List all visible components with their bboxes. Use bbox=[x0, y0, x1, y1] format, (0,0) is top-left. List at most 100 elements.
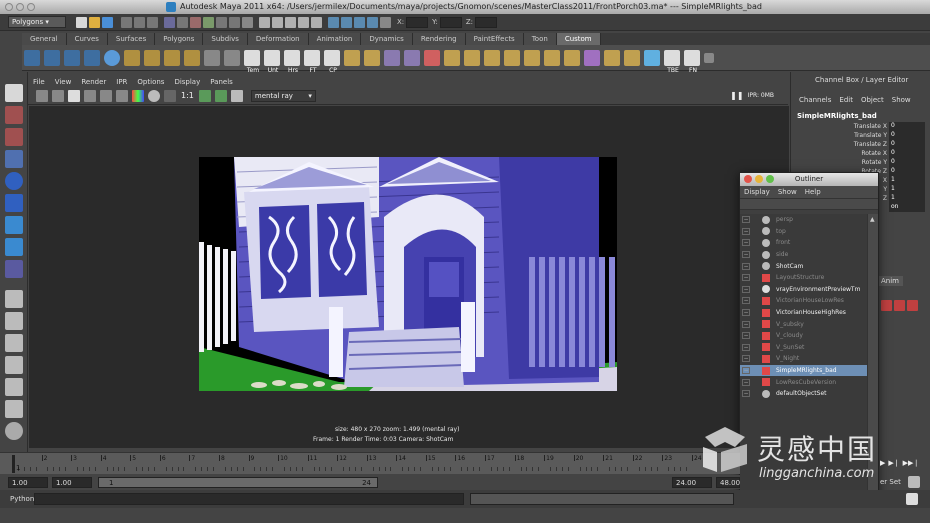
outliner-item[interactable]: − V_SunSet bbox=[740, 342, 868, 354]
rgb-channels-icon[interactable] bbox=[132, 89, 144, 102]
manipulator-icon[interactable] bbox=[5, 216, 23, 234]
outliner-item[interactable]: − SimpleMRlights_bad bbox=[740, 364, 868, 377]
expand-icon[interactable]: − bbox=[742, 390, 750, 398]
animation-start-field[interactable]: 1.00 bbox=[8, 476, 48, 488]
shelf-tool-icon[interactable] bbox=[544, 49, 560, 66]
last-tool-icon[interactable] bbox=[5, 260, 23, 278]
shelf-tool-icon[interactable] bbox=[464, 49, 480, 66]
select-component-icon[interactable] bbox=[147, 16, 158, 28]
template-icon[interactable]: Tem bbox=[244, 49, 260, 74]
paint-select-icon[interactable] bbox=[5, 128, 23, 146]
shelf-tab-painteffects[interactable]: PaintEffects bbox=[465, 33, 524, 45]
snap-point-icon[interactable] bbox=[285, 16, 296, 28]
open-scene-icon[interactable] bbox=[89, 16, 100, 28]
expand-icon[interactable]: − bbox=[742, 251, 750, 259]
outliner-item[interactable]: − top bbox=[740, 226, 868, 238]
minimize-icon[interactable] bbox=[755, 175, 763, 183]
shelf-tool-icon[interactable] bbox=[424, 49, 440, 66]
outliner-layout-icon[interactable] bbox=[5, 422, 23, 440]
playback-start-field[interactable]: 1.00 bbox=[52, 476, 92, 488]
render-settings-icon[interactable] bbox=[367, 16, 378, 28]
mask-icon[interactable] bbox=[190, 16, 201, 28]
shelf-tool-icon[interactable] bbox=[644, 49, 660, 66]
four-pane-layout-icon[interactable] bbox=[5, 312, 23, 330]
select-tool-icon[interactable] bbox=[5, 84, 23, 102]
script-editor-icon[interactable] bbox=[906, 493, 918, 505]
outliner-item[interactable]: − VictorianHouseHighRes bbox=[740, 307, 868, 319]
snap-curve-icon[interactable] bbox=[272, 16, 283, 28]
cb-attr-value[interactable]: 1 bbox=[889, 194, 925, 203]
input-line-icon[interactable] bbox=[380, 16, 391, 28]
cb-menu-object[interactable]: Object bbox=[861, 96, 884, 104]
keep-image-icon[interactable] bbox=[198, 89, 211, 102]
shelf-tool-icon[interactable] bbox=[604, 49, 620, 66]
single-pane-layout-icon[interactable] bbox=[5, 290, 23, 308]
cb-attr-value[interactable]: 0 bbox=[889, 140, 925, 149]
cube-icon[interactable] bbox=[124, 49, 140, 66]
shelf-tool-icon[interactable] bbox=[364, 49, 380, 66]
make-live-icon[interactable] bbox=[311, 16, 322, 28]
cb-menu-show[interactable]: Show bbox=[892, 96, 911, 104]
new-scene-icon[interactable] bbox=[76, 16, 87, 28]
cb-menu-channels[interactable]: Channels bbox=[799, 96, 831, 104]
outliner-item[interactable]: − persp bbox=[740, 214, 868, 226]
region-icon[interactable] bbox=[116, 89, 128, 102]
render-region-icon[interactable] bbox=[52, 89, 64, 102]
cb-attr-value[interactable]: 0 bbox=[889, 122, 925, 131]
shelf-tab-subdivs[interactable]: Subdivs bbox=[203, 33, 248, 45]
display-icon[interactable] bbox=[230, 89, 243, 102]
expand-icon[interactable]: − bbox=[742, 274, 750, 282]
expand-icon[interactable]: − bbox=[742, 285, 750, 293]
shelf-tab-deformation[interactable]: Deformation bbox=[247, 33, 309, 45]
cylinder-icon[interactable] bbox=[164, 49, 180, 66]
untemplate-icon[interactable]: Unt bbox=[264, 49, 280, 74]
ipr-icon[interactable] bbox=[100, 89, 112, 102]
layer-icon[interactable] bbox=[907, 300, 918, 311]
display-icon[interactable] bbox=[224, 49, 240, 66]
close-icon[interactable] bbox=[744, 175, 752, 183]
shelf-tab-rendering[interactable]: Rendering bbox=[412, 33, 466, 45]
fn-icon[interactable]: FN bbox=[684, 49, 700, 74]
menu-file[interactable]: File bbox=[33, 78, 45, 86]
menu-options[interactable]: Options bbox=[137, 78, 164, 86]
command-input[interactable] bbox=[34, 493, 464, 505]
zoom-icon[interactable] bbox=[766, 175, 774, 183]
cb-attr-value[interactable]: 0 bbox=[889, 167, 925, 176]
minimize-window-icon[interactable] bbox=[16, 3, 24, 11]
time-slider[interactable]: 2 3 4 5 6 7 8 9 10 11 12 13 14 15 16 17 18 19 20 21 22 23 24 1 bbox=[0, 452, 740, 474]
select-hierarchy-icon[interactable] bbox=[121, 16, 132, 28]
menu-set-dropdown[interactable]: Polygons ▾ bbox=[8, 16, 66, 28]
outliner-item[interactable]: − vrayEnvironmentPreviewTm bbox=[740, 284, 868, 296]
plane-icon[interactable] bbox=[184, 49, 200, 66]
select-object-icon[interactable] bbox=[134, 16, 145, 28]
render-current-frame-icon[interactable] bbox=[341, 16, 352, 28]
shelf-tool-icon[interactable] bbox=[384, 49, 400, 66]
outliner-item[interactable]: − LayoutStructure bbox=[740, 272, 868, 284]
shelf-tab-animation[interactable]: Animation bbox=[308, 33, 362, 45]
cb-attr-value[interactable]: 0 bbox=[889, 131, 925, 140]
mask-icon[interactable] bbox=[203, 16, 214, 28]
expand-icon[interactable]: − bbox=[742, 378, 750, 386]
outliner-item[interactable]: − V_Night bbox=[740, 353, 868, 365]
shelf-tool-icon[interactable] bbox=[444, 49, 460, 66]
expand-icon[interactable]: − bbox=[742, 239, 750, 247]
menu-view[interactable]: View bbox=[55, 78, 72, 86]
y-field[interactable] bbox=[439, 16, 462, 28]
expand-icon[interactable]: − bbox=[742, 227, 750, 235]
persp-graph-layout-icon[interactable] bbox=[5, 356, 23, 374]
shelf-tool-icon[interactable] bbox=[704, 52, 714, 63]
cb-object-name[interactable]: SimpleMRlights_bad bbox=[797, 112, 930, 120]
scroll-up-icon[interactable]: ▲ bbox=[870, 216, 875, 223]
mask-icon[interactable] bbox=[177, 16, 188, 28]
circle-tool-icon[interactable] bbox=[64, 49, 80, 66]
x-field[interactable] bbox=[406, 16, 429, 28]
snap-grid-icon[interactable] bbox=[259, 16, 270, 28]
range-bar[interactable]: 1 24 bbox=[98, 476, 378, 488]
expand-icon[interactable]: − bbox=[742, 320, 750, 328]
outliner-item[interactable]: − front bbox=[740, 237, 868, 249]
z-field[interactable] bbox=[475, 16, 498, 28]
expand-icon[interactable]: − bbox=[742, 343, 750, 351]
ipr-render-icon[interactable] bbox=[354, 16, 365, 28]
expand-icon[interactable]: − bbox=[742, 332, 750, 340]
expand-icon[interactable]: − bbox=[742, 297, 750, 305]
